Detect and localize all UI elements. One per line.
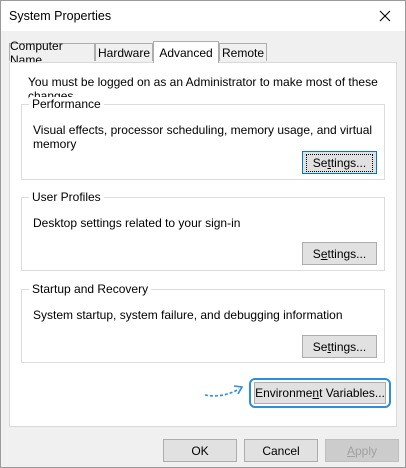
tab-strip: Computer Name Hardware Advanced Remote xyxy=(9,39,399,67)
tab-label: Advanced xyxy=(159,45,213,60)
button-label: Environment Variables... xyxy=(255,386,385,400)
performance-group: Performance Visual effects, processor sc… xyxy=(21,97,385,180)
user-profiles-description: Desktop settings related to your sign-in xyxy=(33,216,241,230)
tab-advanced[interactable]: Advanced xyxy=(153,41,219,63)
system-properties-window: System Properties Computer Name Hardware… xyxy=(0,0,406,468)
apply-button[interactable]: Apply xyxy=(325,439,399,462)
window-title: System Properties xyxy=(9,9,112,23)
startup-recovery-group: Startup and Recovery System startup, sys… xyxy=(21,282,385,363)
tab-label: Hardware xyxy=(97,45,151,60)
user-profiles-group: User Profiles Desktop settings related t… xyxy=(21,190,385,271)
button-label: Apply xyxy=(346,443,378,458)
performance-title: Performance xyxy=(29,97,104,111)
startup-recovery-settings-button[interactable]: Settings... xyxy=(302,335,377,358)
cancel-button[interactable]: Cancel xyxy=(244,439,318,462)
environment-variables-button[interactable]: Environment Variables... xyxy=(254,382,386,404)
close-button[interactable] xyxy=(365,1,405,31)
performance-settings-button[interactable]: Settings... xyxy=(302,151,377,174)
button-label: Settings... xyxy=(305,153,374,172)
user-profiles-settings-button[interactable]: Settings... xyxy=(302,242,377,265)
button-label: Cancel xyxy=(262,443,300,458)
environment-variables-highlight: Environment Variables... xyxy=(249,378,391,408)
performance-description: Visual effects, processor scheduling, me… xyxy=(33,123,373,151)
user-profiles-title: User Profiles xyxy=(29,190,104,204)
tab-remote[interactable]: Remote xyxy=(219,43,267,61)
button-label: Settings... xyxy=(312,246,367,261)
startup-recovery-description: System startup, system failure, and debu… xyxy=(33,308,343,322)
ok-button[interactable]: OK xyxy=(163,439,237,462)
tab-computer-name[interactable]: Computer Name xyxy=(9,39,95,67)
tab-label: Remote xyxy=(221,45,265,60)
startup-recovery-title: Startup and Recovery xyxy=(29,282,152,296)
title-bar: System Properties xyxy=(1,1,405,31)
advanced-tab-panel: You must be logged on as an Administrato… xyxy=(9,62,397,427)
pointer-arrow-icon xyxy=(204,385,244,397)
button-label: Settings... xyxy=(312,339,367,354)
button-label: OK xyxy=(191,443,209,458)
tab-hardware[interactable]: Hardware xyxy=(95,43,153,61)
close-icon xyxy=(379,10,391,22)
